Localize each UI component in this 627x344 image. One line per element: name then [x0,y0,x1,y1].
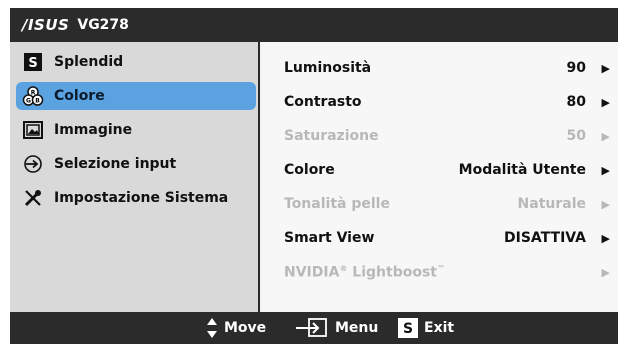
svg-text:R: R [31,90,36,97]
exit-label: Exit [424,320,455,336]
footer-move: Move [206,312,266,344]
setting-value: 80 [566,94,586,110]
setting-value: 90 [566,60,586,76]
arrow-right-icon: ▶ [601,163,610,177]
menu-label: Selezione input [54,156,177,172]
menu-item-splendid[interactable]: S Splendid [16,48,256,76]
exit-s-icon: S [398,318,418,338]
menu-label: Colore [54,88,105,104]
model-name: VG278 [77,17,129,33]
setting-label: Saturazione [284,128,379,144]
setting-value: DISATTIVA [503,230,586,246]
setting-label: Tonalità pelle [284,196,390,212]
menu-enter-icon [295,318,329,338]
tools-icon [22,187,44,209]
setting-smart-view[interactable]: Smart View DISATTIVA ▶ [284,226,610,250]
asus-logo: /ISUS [22,16,70,34]
input-select-icon [22,153,44,175]
setting-label: Luminosità [284,60,372,76]
setting-label: NVIDIA® Lightboost™ [284,263,445,281]
footer-menu: Menu [295,312,378,344]
arrow-right-icon: ▶ [601,129,610,143]
color-palette-icon: R G B [22,85,44,107]
menu-label: Splendid [54,54,124,70]
setting-nvidia-lightboost: NVIDIA® Lightboost™ ▶ [284,260,610,284]
setting-label: Smart View [284,230,375,246]
svg-text:S: S [403,321,413,337]
menu-item-immagine[interactable]: Immagine [16,116,256,144]
menu-label: Immagine [54,122,133,138]
menu-item-impostazione-sistema[interactable]: Impostazione Sistema [16,184,256,212]
setting-colore[interactable]: Colore Modalità Utente ▶ [284,158,610,182]
svg-text:S: S [28,56,37,71]
arrow-right-icon: ▶ [601,61,610,75]
osd-window: /ISUS VG278 S Splendid R G B Colore Imma… [10,8,618,344]
setting-value: Naturale [517,196,586,212]
arrow-right-icon: ▶ [601,197,610,211]
main-menu: S Splendid R G B Colore Immagine Selezio… [10,42,260,312]
setting-value: Modalità Utente [458,162,586,178]
svg-text:B: B [35,98,40,105]
arrow-right-icon: ▶ [601,95,610,109]
menu-label: Impostazione Sistema [54,190,229,206]
splendid-s-icon: S [22,51,44,73]
menu-item-selezione-input[interactable]: Selezione input [16,150,256,178]
setting-tonalita-pelle: Tonalità pelle Naturale ▶ [284,192,610,216]
menu-label: Menu [335,320,379,336]
footer-exit: S Exit [398,312,454,344]
setting-luminosita[interactable]: Luminosità 90 ▶ [284,56,610,80]
svg-text:G: G [26,98,31,105]
up-down-arrows-icon [206,317,218,339]
setting-label: Contrasto [284,94,362,110]
arrow-right-icon: ▶ [601,265,610,279]
menu-item-colore[interactable]: R G B Colore [16,82,256,110]
setting-contrasto[interactable]: Contrasto 80 ▶ [284,90,610,114]
arrow-right-icon: ▶ [601,231,610,245]
footer-bar: Move Menu S Exit [10,312,618,344]
setting-label: Colore [284,162,335,178]
setting-saturazione: Saturazione 50 ▶ [284,124,610,148]
move-label: Move [224,320,267,336]
settings-panel: Luminosità 90 ▶ Contrasto 80 ▶ Saturazio… [262,42,618,312]
setting-value: 50 [566,128,586,144]
title-bar: /ISUS VG278 [10,8,618,42]
image-icon [22,119,44,141]
